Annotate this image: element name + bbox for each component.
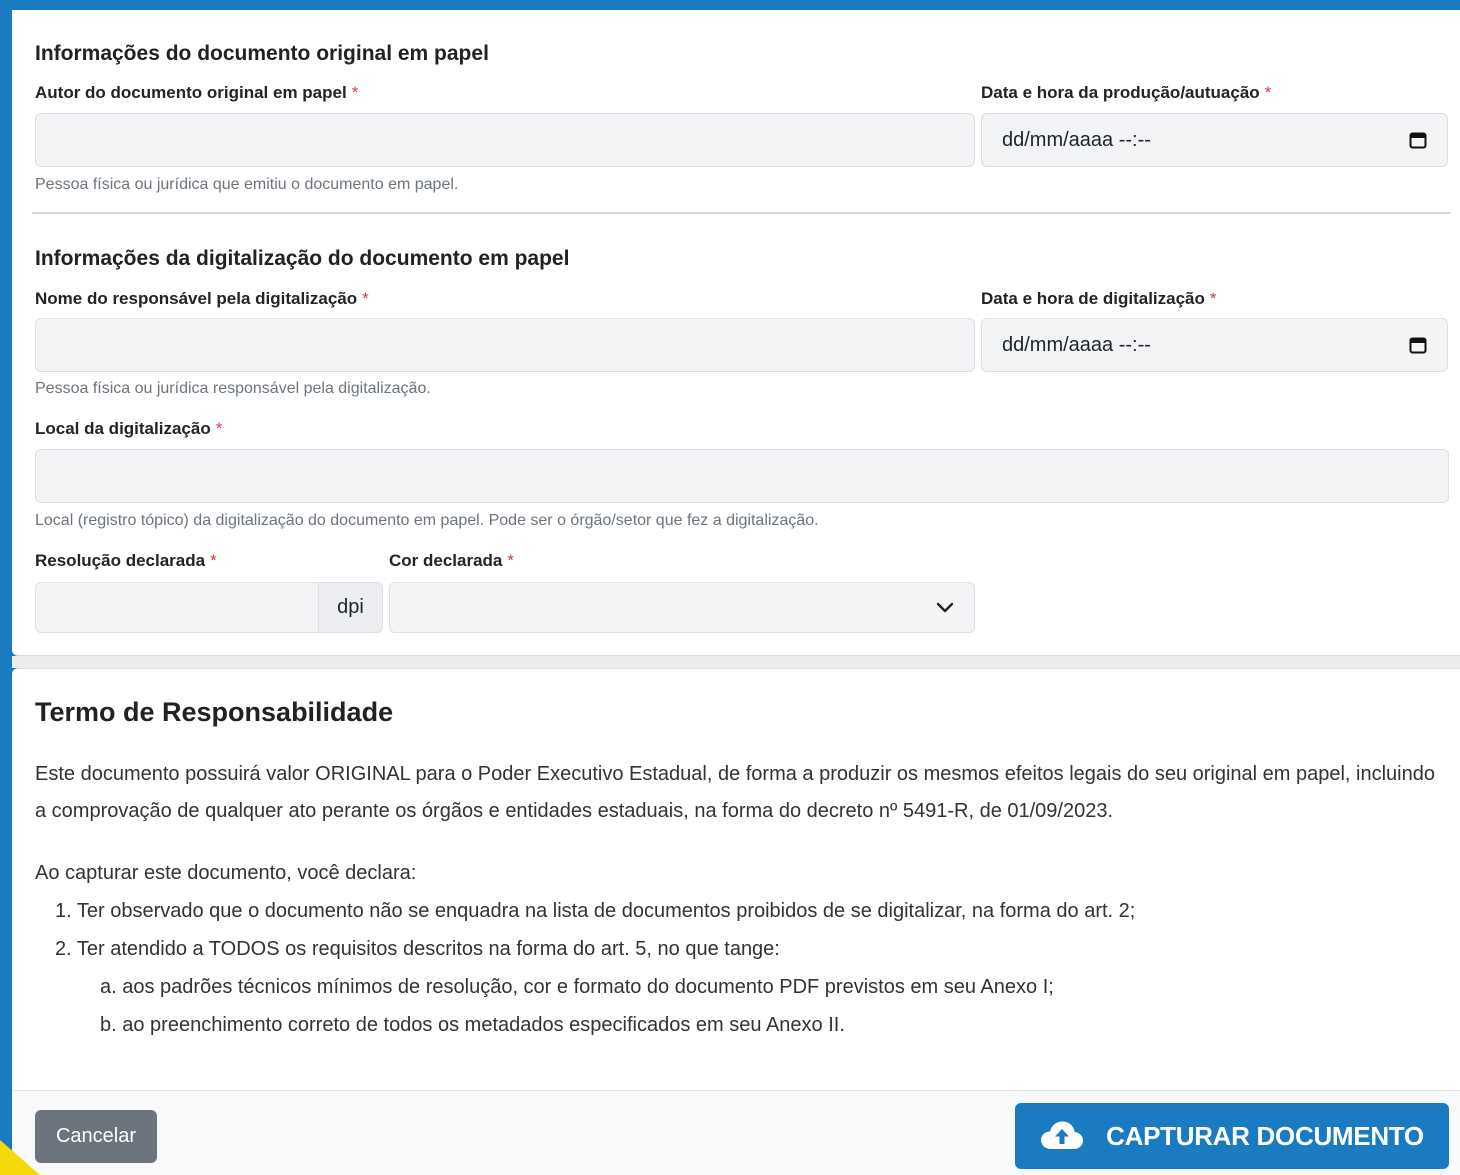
- chevron-down-icon: [936, 602, 954, 612]
- calendar-icon[interactable]: [1409, 131, 1427, 149]
- color-select[interactable]: [389, 582, 975, 633]
- term-paragraph: Este documento possuirá valor ORIGINAL p…: [35, 763, 1435, 822]
- cloud-upload-icon: [1041, 1121, 1084, 1149]
- required-marker: *: [1264, 83, 1272, 102]
- card-gap: [12, 656, 1460, 668]
- resolution-label: Resolução declarada *: [35, 551, 217, 570]
- digitization-date-input[interactable]: dd/mm/aaaa --:--: [981, 318, 1448, 372]
- production-date-placeholder: dd/mm/aaaa --:--: [1002, 128, 1151, 151]
- left-frame: [0, 0, 12, 1175]
- place-input[interactable]: [35, 449, 1449, 503]
- calendar-icon[interactable]: [1409, 336, 1427, 354]
- capture-document-button[interactable]: CAPTURAR DOCUMENTO: [1015, 1103, 1449, 1169]
- section-divider: [32, 212, 1451, 214]
- capture-button-label: CAPTURAR DOCUMENTO: [1106, 1120, 1424, 1151]
- term-sublist-item: a. aos padrões técnicos mínimos de resol…: [100, 976, 1054, 998]
- responsible-help-text: Pessoa física ou jurídica responsável pe…: [35, 380, 431, 397]
- resolution-input[interactable]: [35, 582, 319, 633]
- required-marker: *: [507, 551, 515, 570]
- author-input[interactable]: [35, 113, 975, 167]
- term-title: Termo de Responsabilidade: [35, 697, 394, 727]
- place-help-text: Local (registro tópico) da digitalização…: [35, 512, 819, 529]
- cancel-button[interactable]: Cancelar: [35, 1110, 157, 1163]
- top-frame: [0, 0, 1460, 10]
- author-label: Autor do documento original em papel *: [35, 83, 359, 102]
- term-list-item: 2. Ter atendido a TODOS os requisitos de…: [55, 938, 780, 960]
- required-marker: *: [362, 289, 369, 308]
- cancel-button-label: Cancelar: [55, 1125, 137, 1147]
- digitization-date-label: Data e hora de digitalização *: [981, 289, 1217, 308]
- color-label: Cor declarada *: [389, 551, 515, 570]
- original-section-title: Informações do documento original em pap…: [35, 42, 489, 65]
- responsible-input[interactable]: [35, 318, 975, 372]
- production-date-label: Data e hora da produção/autuação *: [981, 83, 1272, 102]
- author-help-text: Pessoa física ou jurídica que emitiu o d…: [35, 176, 459, 193]
- digitization-date-placeholder: dd/mm/aaaa --:--: [1002, 333, 1151, 356]
- term-list-item: 1. Ter observado que o documento não se …: [55, 900, 1136, 922]
- place-label: Local da digitalização *: [35, 419, 223, 438]
- corner-badge: [0, 1140, 40, 1175]
- term-intro: Ao capturar este documento, você declara…: [35, 862, 417, 884]
- production-date-input[interactable]: dd/mm/aaaa --:--: [981, 113, 1448, 167]
- required-marker: *: [215, 419, 223, 438]
- resolution-unit-addon: dpi: [319, 582, 383, 633]
- required-marker: *: [1209, 289, 1217, 308]
- term-sublist-item: b. ao preenchimento correto de todos os …: [100, 1014, 845, 1036]
- required-marker: *: [210, 551, 217, 570]
- responsible-label: Nome do responsável pela digitalização *: [35, 289, 369, 308]
- digitization-section-title: Informações da digitalização do document…: [35, 247, 570, 270]
- required-marker: *: [351, 83, 359, 102]
